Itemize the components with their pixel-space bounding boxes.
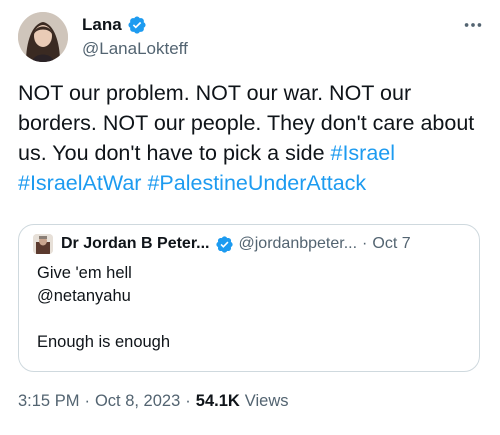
quoted-tweet-text: Give 'em hell @netanyahu Enough is enoug… — [37, 262, 170, 354]
quoted-text-line — [37, 308, 170, 331]
quoted-tweet-date[interactable]: Oct 7 — [372, 235, 410, 253]
quoted-author-avatar[interactable] — [33, 234, 53, 254]
mention-link[interactable]: @netanyahu — [37, 285, 170, 308]
avatar-photo-icon — [18, 12, 68, 62]
quoted-author-handle[interactable]: @jordanbpeter... — [239, 235, 358, 253]
separator-dot: · — [84, 392, 90, 410]
quoted-tweet-header: Dr Jordan B Peter... @jordanbpeter... · … — [33, 233, 411, 255]
quoted-author-display-name[interactable]: Dr Jordan B Peter... — [61, 235, 210, 253]
author-avatar[interactable] — [18, 12, 68, 62]
more-horizontal-icon[interactable] — [462, 14, 484, 36]
tweet-text: NOT our problem. NOT our war. NOT our bo… — [18, 78, 488, 198]
author-display-name[interactable]: Lana — [82, 15, 122, 35]
verified-badge-icon[interactable] — [127, 15, 147, 35]
hashtag-link[interactable]: #IsraelAtWar — [18, 171, 141, 195]
tweet-date[interactable]: Oct 8, 2023 — [95, 392, 180, 411]
verified-badge-icon[interactable] — [215, 235, 234, 254]
hashtag-link[interactable]: #PalestineUnderAttack — [147, 171, 366, 195]
tweet-header: Lana @LanaLokteff — [18, 10, 484, 66]
author-handle[interactable]: @LanaLokteff — [82, 39, 188, 59]
quoted-text-line: Give 'em hell — [37, 264, 132, 282]
views-count: 54.1K — [195, 392, 240, 410]
tweet-text-body: NOT our problem. NOT our war. NOT our bo… — [18, 81, 475, 165]
separator-dot: · — [362, 235, 368, 252]
views-label: Views — [244, 392, 289, 410]
tweet-meta: 3:15 PM · Oct 8, 2023 · 54.1K Views — [18, 392, 289, 411]
separator-dot: · — [185, 392, 191, 410]
tweet-time[interactable]: 3:15 PM — [18, 392, 79, 411]
quoted-tweet[interactable]: Dr Jordan B Peter... @jordanbpeter... · … — [18, 224, 480, 372]
tweet-card: Lana @LanaLokteff NOT our problem. NOT o… — [0, 0, 500, 435]
avatar-photo-icon — [33, 234, 53, 254]
quoted-text-line: Enough is enough — [37, 333, 171, 351]
hashtag-link[interactable]: #Israel — [331, 141, 396, 165]
author-names: Lana @LanaLokteff — [82, 14, 188, 59]
